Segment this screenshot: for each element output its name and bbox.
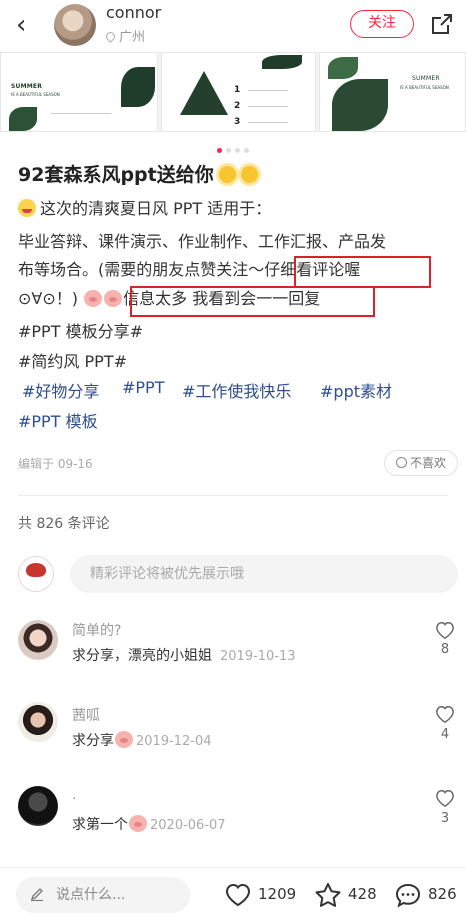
triangle-image xyxy=(180,71,228,115)
image-carousel[interactable]: SUMMER IS A BEAUTIFUL SEASON 1 2 3 SUMME… xyxy=(0,52,466,132)
commenter-name[interactable]: . xyxy=(72,787,76,803)
carousel-dot-active xyxy=(217,148,222,153)
sun-emoji-icon xyxy=(240,166,258,183)
carousel-slide: SUMMER IS A BEAUTIFUL SEASON xyxy=(319,52,466,132)
highlight-box xyxy=(294,256,431,288)
location-pin-icon xyxy=(104,30,117,43)
hashtag[interactable]: #好物分享 xyxy=(22,378,99,402)
say-something-input[interactable]: 说点什么... xyxy=(16,877,190,913)
comment-body: 求分享，漂亮的小姐姐 xyxy=(72,648,212,664)
comment-bubble-icon[interactable] xyxy=(394,882,422,908)
comment-text[interactable]: 求分享，漂亮的小姐姐 2019-10-13 xyxy=(72,645,296,665)
leaf-image xyxy=(262,55,302,69)
hashtag[interactable]: #简约风 PPT# xyxy=(18,348,127,372)
commenter-avatar[interactable] xyxy=(18,620,58,660)
comment-body: 求分享 xyxy=(72,733,114,749)
comment-date: 2019-10-13 xyxy=(220,649,296,664)
divider xyxy=(248,122,288,123)
share-icon[interactable] xyxy=(430,12,454,36)
carousel-slide: SUMMER IS A BEAUTIFUL SEASON xyxy=(0,52,158,132)
say-placeholder: 说点什么... xyxy=(56,887,126,903)
highlight-box xyxy=(130,286,375,317)
post-title: 92套森系风ppt送给你 xyxy=(18,164,214,186)
slide-subtitle: IS A BEAUTIFUL SEASON xyxy=(11,92,60,97)
commenter-avatar[interactable] xyxy=(18,702,58,742)
hashtag[interactable]: #ppt素材 xyxy=(320,378,392,402)
pencil-icon xyxy=(30,888,43,901)
pig-emoji-icon xyxy=(84,290,103,307)
pig-emoji-icon xyxy=(104,290,123,307)
comment-input[interactable]: 精彩评论将被优先展示哦 xyxy=(70,555,458,593)
post-line-text: ⊙∀⊙！) xyxy=(18,289,79,308)
location-text: 广州 xyxy=(119,30,146,45)
avatar-logo-icon xyxy=(26,563,46,577)
post-line: 毕业答辩、课件演示、作业制作、工作汇报、产品发 xyxy=(18,232,387,251)
dislike-button[interactable]: 不喜欢 xyxy=(384,450,458,476)
commenter-name[interactable]: 简单的? xyxy=(72,620,121,640)
carousel-dot xyxy=(226,148,231,153)
like-count: 1209 xyxy=(258,885,297,903)
dislike-label: 不喜欢 xyxy=(409,456,446,470)
leaf-image xyxy=(332,79,388,131)
follow-button[interactable]: 关注 xyxy=(350,10,414,38)
like-heart-icon[interactable] xyxy=(224,882,252,908)
divider xyxy=(248,106,288,107)
pig-emoji-icon xyxy=(129,815,147,832)
comment-text[interactable]: 求分享 2019-12-04 xyxy=(72,730,212,750)
author-location: 广州 xyxy=(104,26,146,45)
slide-title: SUMMER xyxy=(412,75,440,82)
post-line-text: 这次的清爽夏日风 PPT 适用于： xyxy=(40,199,272,218)
hashtag[interactable]: #工作使我快乐 xyxy=(182,378,291,402)
heart-icon[interactable] xyxy=(434,788,456,808)
edited-time: 编辑于 09-16 xyxy=(18,457,93,471)
comment-date: 2020-06-07 xyxy=(150,818,226,833)
slide-number: 3 xyxy=(234,117,241,127)
heart-icon[interactable] xyxy=(434,620,456,640)
bottom-action-bar: 说点什么... 1209 428 826 xyxy=(0,867,466,917)
carousel-indicator xyxy=(0,138,466,153)
carousel-dot xyxy=(235,148,240,153)
author-avatar[interactable] xyxy=(54,4,96,46)
carousel-slide: 1 2 3 xyxy=(161,52,316,132)
comment-like-count: 4 xyxy=(440,727,450,742)
star-count: 428 xyxy=(348,885,377,903)
heart-icon[interactable] xyxy=(434,704,456,724)
comment-text[interactable]: 求第一个 2020-06-07 xyxy=(72,814,226,834)
comment-date: 2019-12-04 xyxy=(136,734,212,749)
frown-icon xyxy=(395,457,407,468)
comment-total: 826 xyxy=(428,885,457,903)
carousel-dot xyxy=(244,148,249,153)
post-line: 这次的清爽夏日风 PPT 适用于： xyxy=(18,197,271,221)
leaf-image xyxy=(328,57,358,79)
divider xyxy=(248,90,288,91)
post-title-row: 92套森系风ppt送给你 xyxy=(18,160,258,187)
comment-like-count: 3 xyxy=(440,811,450,826)
slide-title: SUMMER xyxy=(11,83,43,90)
slide-number: 2 xyxy=(234,101,241,111)
commenter-name[interactable]: 茜呱 xyxy=(72,705,100,725)
slide-subtitle: IS A BEAUTIFUL SEASON xyxy=(400,85,449,90)
commenter-avatar[interactable] xyxy=(18,786,58,826)
divider xyxy=(51,113,111,114)
hashtag[interactable]: #PPT xyxy=(122,378,164,397)
comment-count: 共 826 条评论 xyxy=(18,516,110,532)
hashtag[interactable]: #PPT 模板 xyxy=(18,408,98,432)
my-avatar xyxy=(18,556,54,592)
pig-emoji-icon xyxy=(115,731,133,748)
star-icon[interactable] xyxy=(314,882,342,908)
sun-emoji-icon xyxy=(218,166,236,183)
author-name[interactable]: connor xyxy=(106,3,161,22)
top-bar: ‹ connor 广州 关注 xyxy=(0,0,466,52)
hashtag[interactable]: #PPT 模板分享# xyxy=(18,318,143,342)
grin-emoji-icon xyxy=(18,199,36,217)
leaf-image xyxy=(9,107,37,131)
back-arrow-icon[interactable]: ‹ xyxy=(16,10,26,40)
comment-like-count: 8 xyxy=(440,642,450,657)
section-divider xyxy=(18,495,448,496)
leaf-image xyxy=(121,67,155,107)
comment-body: 求第一个 xyxy=(72,817,128,833)
slide-number: 1 xyxy=(234,85,241,95)
